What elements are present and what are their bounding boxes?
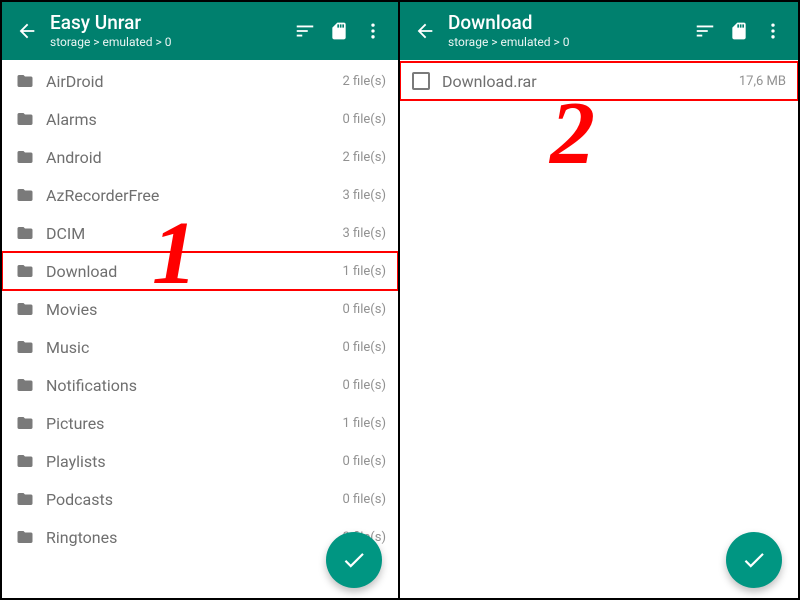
folder-icon — [14, 490, 36, 508]
overflow-button[interactable] — [756, 11, 790, 51]
pane-folder-list: Easy Unrar storage > emulated > 0 AirDro… — [2, 2, 400, 598]
item-name: Playlists — [46, 452, 343, 471]
item-meta: 0 file(s) — [343, 492, 386, 507]
list-item[interactable]: Download1 file(s) — [2, 252, 398, 290]
folder-icon — [14, 72, 36, 90]
folder-list[interactable]: AirDroid2 file(s)Alarms0 file(s)Android2… — [2, 60, 398, 556]
appbar-title: Easy Unrar — [50, 12, 288, 34]
list-item[interactable]: AirDroid2 file(s) — [2, 62, 398, 100]
appbar-subtitle: storage > emulated > 0 — [50, 34, 288, 50]
item-meta: 2 file(s) — [343, 74, 386, 89]
appbar-actions — [688, 11, 790, 51]
list-item[interactable]: Android2 file(s) — [2, 138, 398, 176]
item-name: AirDroid — [46, 72, 343, 91]
item-name: Movies — [46, 300, 343, 319]
item-meta: 0 file(s) — [343, 302, 386, 317]
list-item[interactable]: Podcasts0 file(s) — [2, 480, 398, 518]
more-vert-icon — [763, 21, 783, 41]
item-meta: 0 file(s) — [343, 340, 386, 355]
item-meta: 0 file(s) — [343, 454, 386, 469]
appbar: Download storage > emulated > 0 — [400, 2, 798, 60]
list-item[interactable]: Movies0 file(s) — [2, 290, 398, 328]
file-list[interactable]: Download.rar17,6 MB — [400, 60, 798, 100]
list-item[interactable]: AzRecorderFree3 file(s) — [2, 176, 398, 214]
pane-file-list: Download storage > emulated > 0 Download… — [400, 2, 798, 598]
folder-icon — [14, 148, 36, 166]
back-button[interactable] — [408, 11, 442, 51]
check-icon — [341, 547, 367, 573]
item-name: Music — [46, 338, 343, 357]
item-name: Podcasts — [46, 490, 343, 509]
fab-confirm[interactable] — [726, 532, 782, 588]
list-item[interactable]: Notifications0 file(s) — [2, 366, 398, 404]
appbar-subtitle: storage > emulated > 0 — [448, 34, 688, 50]
appbar-actions — [288, 11, 390, 51]
list-item[interactable]: Pictures1 file(s) — [2, 404, 398, 442]
item-name: DCIM — [46, 224, 343, 243]
folder-icon — [14, 452, 36, 470]
folder-icon — [14, 414, 36, 432]
sort-button[interactable] — [688, 11, 722, 51]
folder-icon — [14, 262, 36, 280]
back-button[interactable] — [10, 11, 44, 51]
item-meta: 3 file(s) — [343, 188, 386, 203]
item-meta: 3 file(s) — [343, 226, 386, 241]
item-meta: 2 file(s) — [343, 150, 386, 165]
sort-icon — [694, 20, 716, 42]
appbar-titles: Easy Unrar storage > emulated > 0 — [44, 12, 288, 50]
item-name: Android — [46, 148, 343, 167]
folder-icon — [14, 186, 36, 204]
item-meta: 0 file(s) — [343, 378, 386, 393]
appbar-title: Download — [448, 12, 688, 34]
folder-icon — [14, 376, 36, 394]
list-item[interactable]: DCIM3 file(s) — [2, 214, 398, 252]
sdcard-icon — [729, 21, 749, 41]
appbar-titles: Download storage > emulated > 0 — [442, 12, 688, 50]
sdcard-button[interactable] — [722, 11, 756, 51]
check-icon — [741, 547, 767, 573]
arrow-left-icon — [414, 20, 436, 42]
checkbox[interactable] — [412, 72, 430, 90]
item-name: Download.rar — [442, 72, 739, 91]
item-name: Ringtones — [46, 528, 343, 547]
arrow-left-icon — [16, 20, 38, 42]
folder-icon — [14, 300, 36, 318]
appbar: Easy Unrar storage > emulated > 0 — [2, 2, 398, 60]
item-name: Notifications — [46, 376, 343, 395]
folder-icon — [14, 110, 36, 128]
overflow-button[interactable] — [356, 11, 390, 51]
item-meta: 1 file(s) — [343, 264, 386, 279]
list-item[interactable]: Music0 file(s) — [2, 328, 398, 366]
folder-icon — [14, 338, 36, 356]
more-vert-icon — [363, 21, 383, 41]
sort-icon — [294, 20, 316, 42]
list-item[interactable]: Download.rar17,6 MB — [400, 62, 798, 100]
item-name: Pictures — [46, 414, 343, 433]
item-name: Alarms — [46, 110, 343, 129]
folder-icon — [14, 224, 36, 242]
sort-button[interactable] — [288, 11, 322, 51]
item-name: Download — [46, 262, 343, 281]
folder-icon — [14, 528, 36, 546]
sdcard-icon — [329, 21, 349, 41]
item-name: AzRecorderFree — [46, 186, 343, 205]
item-meta: 0 file(s) — [343, 112, 386, 127]
list-item[interactable]: Alarms0 file(s) — [2, 100, 398, 138]
fab-confirm[interactable] — [326, 532, 382, 588]
item-meta: 1 file(s) — [343, 416, 386, 431]
sdcard-button[interactable] — [322, 11, 356, 51]
list-item[interactable]: Playlists0 file(s) — [2, 442, 398, 480]
item-meta: 17,6 MB — [739, 74, 786, 89]
